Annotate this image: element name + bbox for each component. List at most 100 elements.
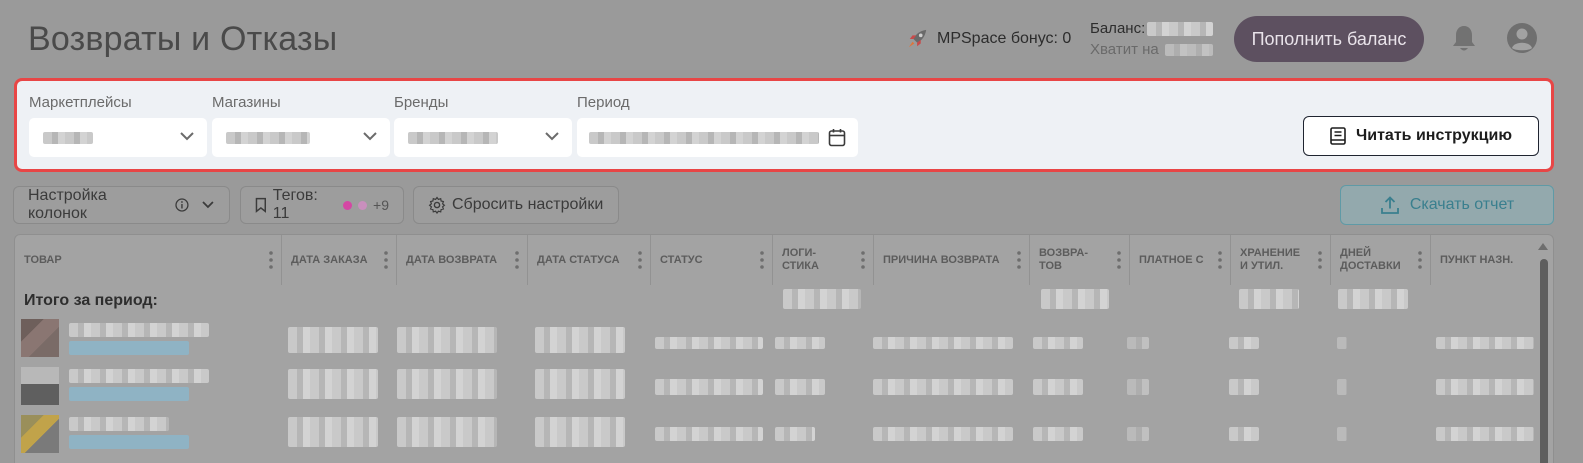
column-header-label: Возвра- тов	[1039, 247, 1089, 272]
more-vertical-icon[interactable]	[1218, 251, 1222, 269]
download-report-button[interactable]: Скачать отчет	[1340, 185, 1554, 225]
vertical-scrollbar-thumb[interactable]	[1540, 259, 1548, 463]
more-vertical-icon[interactable]	[760, 251, 764, 269]
chevron-down-icon	[202, 201, 214, 209]
topup-balance-button[interactable]: Пополнить баланс	[1234, 16, 1424, 62]
column-header[interactable]: Дата заказа	[282, 235, 397, 285]
period-value-redacted	[589, 131, 819, 144]
table-row[interactable]	[15, 415, 1535, 463]
brands-label: Бренды	[394, 94, 449, 111]
table-row[interactable]	[15, 319, 1535, 367]
column-header-label: Причина возврата	[883, 253, 1000, 266]
more-vertical-icon[interactable]	[1017, 251, 1021, 269]
column-header-label: Хранение и утил.	[1240, 247, 1301, 272]
period-label: Период	[577, 94, 630, 111]
more-vertical-icon[interactable]	[861, 251, 865, 269]
download-report-label: Скачать отчет	[1409, 196, 1515, 213]
brands-select[interactable]	[394, 118, 572, 157]
product-thumbnail	[21, 415, 59, 453]
cell-redacted	[1127, 379, 1149, 395]
tag-color-dot	[358, 200, 368, 210]
tag-color-dot	[343, 200, 353, 210]
column-header[interactable]: Возвра- тов	[1030, 235, 1130, 285]
bonus-indicator[interactable]: MPSpace бонус: 0	[907, 29, 1071, 49]
more-vertical-icon[interactable]	[515, 251, 519, 269]
cell-redacted	[655, 337, 763, 349]
cell-redacted	[288, 327, 378, 353]
returns-table: Товар Дата заказа Дата возврата Дата ста…	[14, 234, 1554, 463]
cell-redacted	[1127, 427, 1149, 441]
brands-filter: Бренды	[394, 94, 572, 157]
column-header-label: Логи- стика	[782, 247, 819, 272]
column-header[interactable]: Дней доставки	[1331, 235, 1431, 285]
column-header-label: Платное с	[1139, 253, 1204, 266]
shops-value-redacted	[226, 131, 310, 144]
product-name-redacted	[69, 369, 209, 383]
more-vertical-icon[interactable]	[269, 251, 273, 269]
column-settings-button[interactable]: Настройка колонок	[13, 186, 230, 224]
cell-redacted	[397, 417, 497, 447]
enough-label: Хватит на	[1090, 41, 1159, 58]
column-header[interactable]: Статус	[651, 235, 773, 285]
more-vertical-icon[interactable]	[638, 251, 642, 269]
column-header[interactable]: Хранение и утил.	[1231, 235, 1331, 285]
table-row[interactable]	[15, 367, 1535, 415]
cell-redacted	[655, 379, 763, 395]
marketplaces-select[interactable]	[29, 118, 207, 157]
read-instruction-label: Читать инструкцию	[1356, 127, 1512, 144]
shops-filter: Магазины	[212, 94, 390, 157]
tags-more-label: +9	[373, 197, 389, 213]
cell-redacted	[1033, 427, 1083, 441]
period-input[interactable]	[577, 118, 858, 157]
column-header[interactable]: Пункт назн.	[1431, 235, 1535, 285]
product-thumbnail	[21, 367, 59, 405]
user-avatar-icon[interactable]	[1506, 22, 1538, 54]
column-header-label: Дата возврата	[406, 253, 498, 266]
column-header[interactable]: Логи- стика	[773, 235, 874, 285]
cell-redacted	[1127, 337, 1149, 349]
book-icon	[1330, 127, 1346, 145]
cell-redacted	[873, 379, 1013, 395]
cell-redacted	[775, 427, 815, 441]
column-header-label: Дней доставки	[1340, 247, 1401, 272]
column-header[interactable]: Платное с	[1130, 235, 1231, 285]
cell-redacted	[288, 417, 378, 447]
enough-value-redacted	[1164, 44, 1213, 57]
total-label: Итого за период:	[24, 292, 158, 309]
balance-block: Баланс: Хватит на	[1090, 18, 1214, 60]
shops-select[interactable]	[212, 118, 390, 157]
read-instruction-button[interactable]: Читать инструкцию	[1303, 116, 1539, 156]
total-value-redacted	[1041, 289, 1109, 309]
total-row: Итого за период:	[15, 285, 1535, 319]
reset-settings-button[interactable]: Сбросить настройки	[413, 186, 619, 224]
more-vertical-icon[interactable]	[1418, 251, 1422, 269]
product-name-redacted	[69, 323, 209, 337]
cell-redacted	[1436, 337, 1534, 349]
calendar-icon	[828, 129, 846, 147]
column-header[interactable]: Товар	[15, 235, 282, 285]
cell-redacted	[775, 337, 825, 349]
column-header[interactable]: Причина возврата	[874, 235, 1030, 285]
marketplaces-label: Маркетплейсы	[29, 94, 132, 111]
chevron-down-icon	[545, 132, 559, 141]
product-thumbnail	[21, 319, 59, 357]
cell-redacted	[1033, 379, 1083, 395]
bell-icon[interactable]	[1450, 24, 1478, 54]
reset-settings-label: Сбросить настройки	[452, 196, 604, 213]
more-vertical-icon[interactable]	[384, 251, 388, 269]
tags-button[interactable]: Тегов: 11 +9	[240, 186, 404, 224]
scroll-up-arrow[interactable]	[1538, 243, 1548, 250]
cell-redacted	[1229, 337, 1259, 349]
rocket-icon	[908, 29, 927, 48]
column-header-label: Дата статуса	[537, 253, 620, 266]
column-settings-label: Настройка колонок	[28, 187, 107, 222]
column-header-label: Пункт назн.	[1440, 253, 1514, 266]
more-vertical-icon[interactable]	[1318, 251, 1322, 269]
cell-redacted	[535, 417, 625, 447]
column-header[interactable]: Дата возврата	[397, 235, 528, 285]
column-header[interactable]: Дата статуса	[528, 235, 651, 285]
more-vertical-icon[interactable]	[1117, 251, 1121, 269]
table-header: Товар Дата заказа Дата возврата Дата ста…	[15, 235, 1535, 285]
total-value-redacted	[1338, 289, 1408, 309]
cell-redacted	[288, 369, 378, 399]
